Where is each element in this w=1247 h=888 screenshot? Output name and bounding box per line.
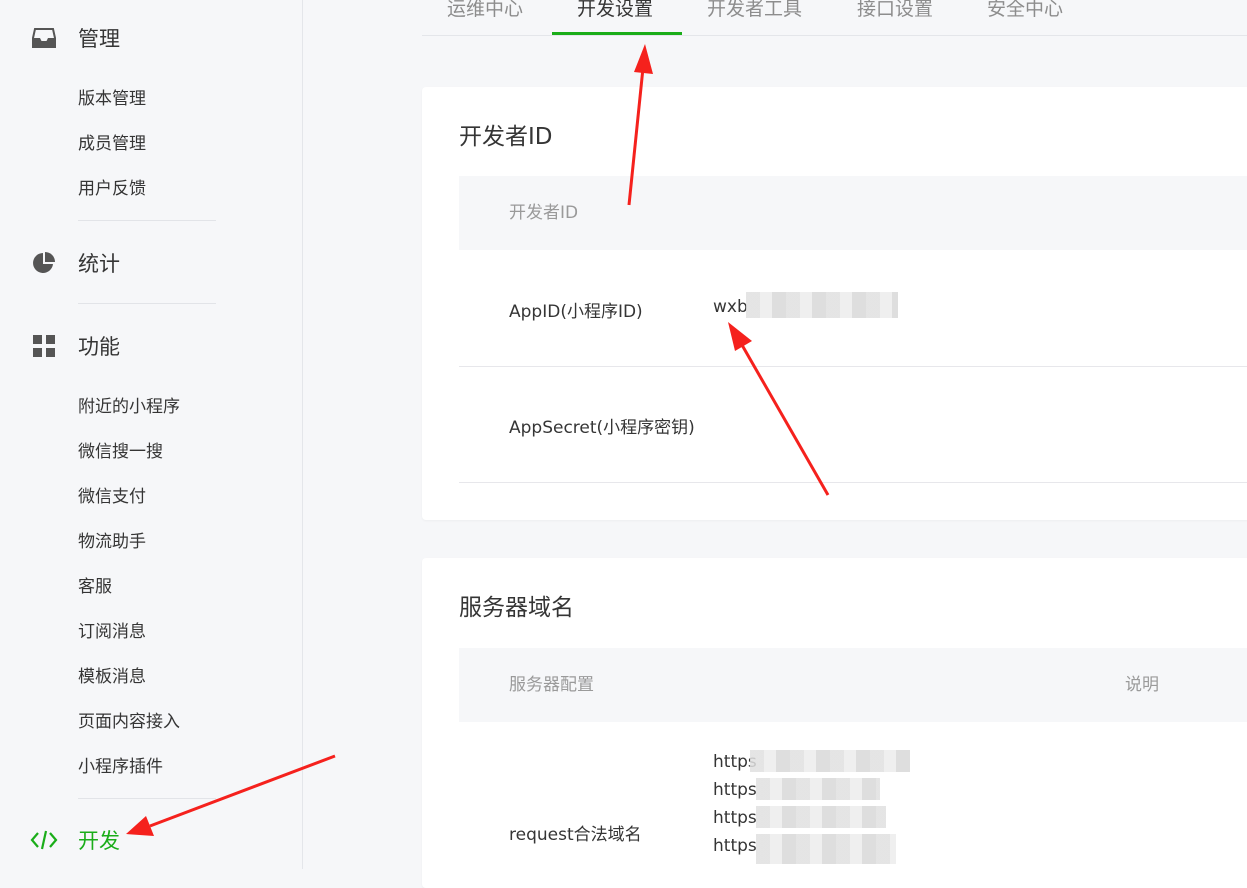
domain-url: https [713, 780, 757, 800]
server-domain-card: 服务器域名 服务器配置 说明 request合法域名 https https h… [422, 558, 1247, 888]
redacted-blur [756, 778, 880, 800]
sidebar-divider [78, 798, 216, 799]
request-domain-label: request合法域名 [509, 825, 642, 845]
sidebar-group-label: 功能 [78, 335, 120, 359]
sidebar-divider [78, 220, 216, 221]
column-header: 开发者ID [509, 203, 579, 223]
request-domain-row: request合法域名 https https https https [459, 722, 1247, 882]
sidebar-group-label: 统计 [78, 252, 120, 276]
grid-icon [30, 332, 58, 360]
sidebar-item-version[interactable]: 版本管理 [78, 87, 146, 111]
card-title: 开发者ID [459, 124, 553, 150]
appid-value: wxb [713, 297, 748, 317]
top-tabs: 运维中心 开发设置 开发者工具 接口设置 安全中心 [422, 0, 1247, 36]
sidebar-group-label: 开发 [78, 829, 120, 853]
sidebar-item-service[interactable]: 客服 [78, 575, 112, 599]
sidebar-item-content[interactable]: 页面内容接入 [78, 710, 180, 734]
sidebar-item-pay[interactable]: 微信支付 [78, 485, 146, 509]
sidebar-item-nearby[interactable]: 附近的小程序 [78, 395, 180, 419]
table-header: 开发者ID [459, 176, 1247, 250]
tab-api-settings[interactable]: 接口设置 [857, 0, 933, 32]
redacted-blur [756, 834, 896, 864]
tab-security[interactable]: 安全中心 [987, 0, 1063, 32]
sidebar: 管理 版本管理 成员管理 用户反馈 统计 功能 附近的小程序 微信搜一搜 微信支… [0, 0, 303, 869]
column-header-desc: 说明 [1125, 675, 1159, 695]
sidebar-item-members[interactable]: 成员管理 [78, 132, 146, 156]
sidebar-group-manage[interactable]: 管理 [30, 20, 120, 56]
sidebar-group-develop[interactable]: 开发 [30, 822, 120, 858]
developer-id-card: 开发者ID 开发者ID AppID(小程序ID) wxb AppSecret(小… [422, 87, 1247, 520]
appid-label: AppID(小程序ID) [509, 302, 643, 322]
sidebar-divider [78, 303, 216, 304]
domain-url: https [713, 808, 757, 828]
tab-dev-settings[interactable]: 开发设置 [577, 0, 653, 32]
redacted-blur [750, 750, 910, 772]
sidebar-item-logistics[interactable]: 物流助手 [78, 530, 146, 554]
pie-chart-icon [30, 249, 58, 277]
sidebar-item-template[interactable]: 模板消息 [78, 665, 146, 689]
sidebar-item-plugin[interactable]: 小程序插件 [78, 755, 163, 779]
redacted-blur [756, 806, 886, 828]
redacted-blur [746, 292, 898, 318]
column-header-config: 服务器配置 [509, 675, 594, 695]
table-header: 服务器配置 说明 [459, 648, 1247, 722]
active-tab-indicator [552, 32, 682, 35]
appsecret-label: AppSecret(小程序密钥) [509, 418, 695, 438]
sidebar-item-search[interactable]: 微信搜一搜 [78, 440, 163, 464]
card-title: 服务器域名 [459, 595, 574, 621]
sidebar-group-stats[interactable]: 统计 [30, 245, 120, 281]
sidebar-item-subscribe[interactable]: 订阅消息 [78, 620, 146, 644]
appid-row: AppID(小程序ID) wxb [459, 250, 1247, 367]
inbox-icon [30, 24, 58, 52]
code-icon [30, 826, 58, 854]
domain-url: https [713, 836, 757, 856]
sidebar-group-features[interactable]: 功能 [30, 328, 120, 364]
tab-dev-tools[interactable]: 开发者工具 [707, 0, 802, 32]
appsecret-row: AppSecret(小程序密钥) [459, 366, 1247, 483]
tab-ops[interactable]: 运维中心 [447, 0, 523, 32]
sidebar-group-label: 管理 [78, 27, 120, 51]
sidebar-item-feedback[interactable]: 用户反馈 [78, 177, 146, 201]
